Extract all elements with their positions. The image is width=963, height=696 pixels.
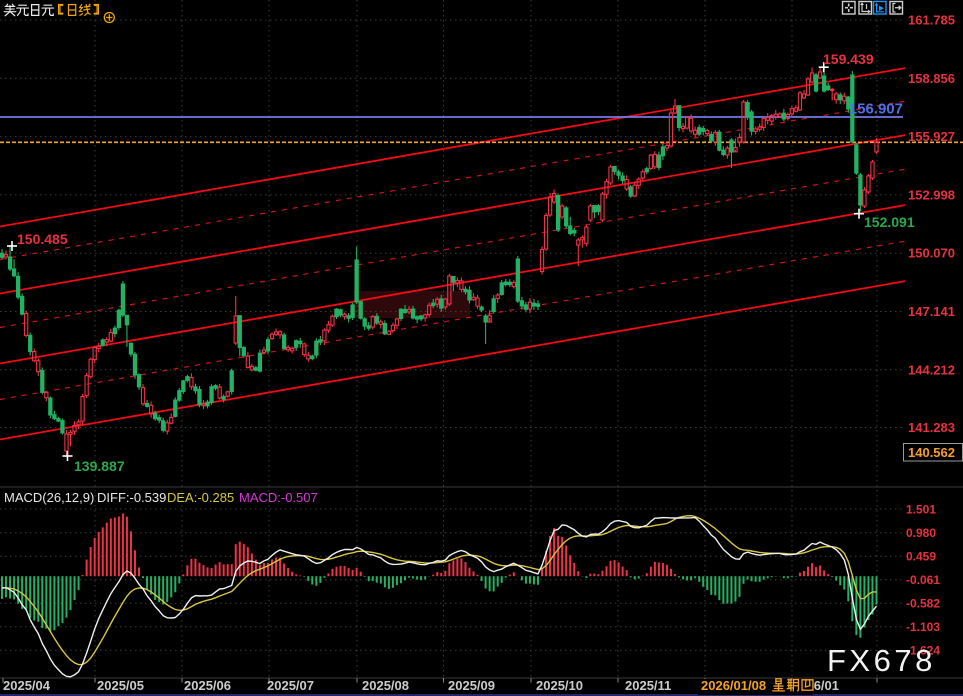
svg-text:150.070: 150.070 bbox=[908, 246, 955, 261]
svg-text:0.980: 0.980 bbox=[906, 526, 936, 540]
svg-text:2026/01/08: 2026/01/08 bbox=[701, 678, 766, 693]
svg-text:2025/06: 2025/06 bbox=[184, 678, 231, 693]
svg-text:141.283: 141.283 bbox=[908, 420, 955, 435]
svg-text:2025/11: 2025/11 bbox=[625, 678, 671, 693]
svg-text:MACD(26,12,9): MACD(26,12,9) bbox=[4, 490, 94, 505]
svg-text:144.212: 144.212 bbox=[908, 362, 955, 377]
svg-text:2025/10: 2025/10 bbox=[536, 678, 583, 693]
svg-text:0.459: 0.459 bbox=[906, 550, 936, 564]
svg-text:FX678: FX678 bbox=[827, 643, 936, 678]
svg-text:155.927: 155.927 bbox=[908, 129, 955, 144]
svg-text:-0.061: -0.061 bbox=[906, 573, 940, 587]
svg-text:DEA:-0.285: DEA:-0.285 bbox=[167, 490, 234, 505]
svg-text:156.907: 156.907 bbox=[849, 101, 903, 118]
svg-text:2025/05: 2025/05 bbox=[97, 678, 144, 693]
svg-text:1.501: 1.501 bbox=[906, 503, 936, 517]
svg-text:139.887: 139.887 bbox=[74, 458, 125, 474]
svg-text:-1.103: -1.103 bbox=[906, 620, 940, 634]
svg-text:2025/08: 2025/08 bbox=[362, 678, 409, 693]
svg-text:158.856: 158.856 bbox=[908, 71, 955, 86]
svg-text:150.485: 150.485 bbox=[17, 231, 68, 247]
svg-text:152.091: 152.091 bbox=[864, 214, 915, 230]
svg-text:-0.582: -0.582 bbox=[906, 597, 940, 611]
svg-text:MACD:-0.507: MACD:-0.507 bbox=[239, 490, 318, 505]
svg-text:147.141: 147.141 bbox=[908, 304, 955, 319]
svg-text:DIFF:-0.539: DIFF:-0.539 bbox=[97, 490, 166, 505]
svg-text:159.439: 159.439 bbox=[823, 51, 874, 67]
svg-text:2025/07: 2025/07 bbox=[267, 678, 314, 693]
svg-text:161.785: 161.785 bbox=[908, 13, 955, 28]
svg-text:140.562: 140.562 bbox=[908, 445, 955, 460]
svg-text:2025/09: 2025/09 bbox=[448, 678, 495, 693]
svg-text:2025/04: 2025/04 bbox=[3, 678, 51, 693]
svg-text:152.998: 152.998 bbox=[908, 187, 955, 202]
